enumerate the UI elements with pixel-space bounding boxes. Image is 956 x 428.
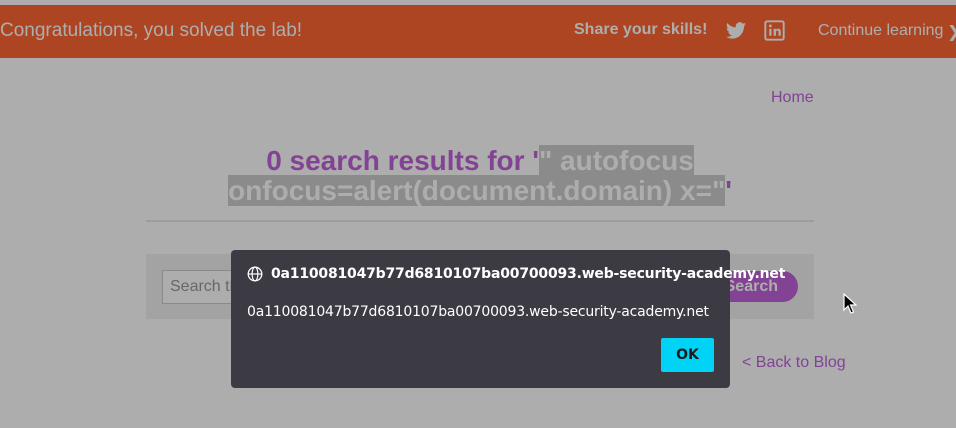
dialog-message: 0a110081047b77d6810107ba00700093.web-sec… bbox=[247, 304, 709, 320]
mouse-cursor-icon bbox=[843, 293, 857, 314]
alert-dialog: 0a110081047b77d6810107ba00700093.web-sec… bbox=[231, 250, 785, 388]
page: Congratulations, you solved the lab! Sha… bbox=[0, 0, 956, 428]
dialog-origin: 0a110081047b77d6810107ba00700093.web-sec… bbox=[271, 266, 786, 282]
globe-icon bbox=[247, 266, 263, 282]
ok-button[interactable]: OK bbox=[661, 338, 714, 372]
